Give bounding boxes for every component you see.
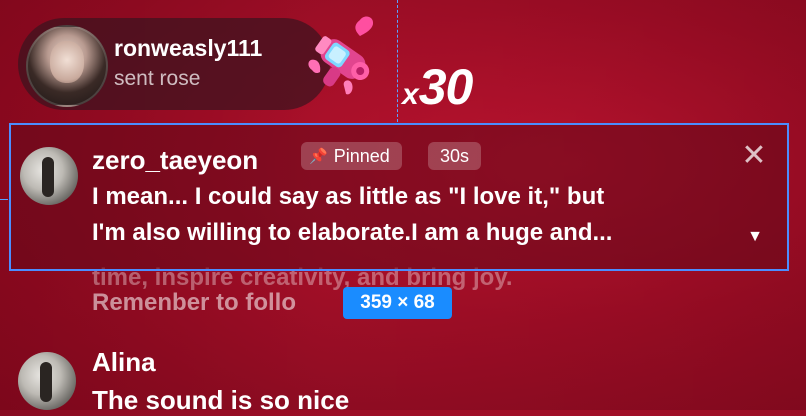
avatar[interactable]	[20, 147, 78, 205]
gift-count: x30	[402, 58, 474, 116]
gift-action-text: sent rose	[114, 67, 201, 90]
pinned-comment-line-1: I mean... I could say as little as "I lo…	[92, 183, 605, 210]
pin-icon: 📌	[309, 148, 328, 165]
heart-blaster-gift-icon	[308, 16, 374, 95]
pinned-badge: 📌 Pinned	[301, 142, 402, 170]
chevron-down-icon[interactable]: ▼	[744, 228, 766, 250]
gift-count-number: 30	[418, 59, 474, 115]
comment-username[interactable]: Alina	[92, 347, 156, 378]
alignment-guide-horizontal	[0, 199, 8, 200]
avatar[interactable]	[18, 352, 76, 410]
pinned-comment[interactable]: zero_taeyeon 📌 Pinned 30s ✕ I mean... I …	[9, 123, 789, 271]
alignment-guide-vertical	[397, 0, 398, 122]
comment-text: The sound is so nice	[92, 385, 350, 415]
gift-count-prefix: x	[402, 78, 419, 111]
pinned-comment-username[interactable]: zero_taeyeon	[92, 145, 258, 176]
time-badge: 30s	[428, 142, 482, 170]
pinned-comment-text: I mean... I could say as little as "I lo…	[92, 179, 742, 251]
pinned-comment-line-2: I'm also willing to elaborate.I am a hug…	[92, 219, 613, 246]
close-icon[interactable]: ✕	[739, 141, 769, 171]
avatar[interactable]	[26, 25, 108, 107]
gift-banner: ronweasly111 sent rose	[18, 18, 330, 110]
comment-text-faded: Remenber to follo	[92, 289, 297, 316]
size-badge: 359 × 68	[343, 287, 452, 319]
pinned-badge-label: Pinned	[333, 145, 390, 166]
gift-sender-username[interactable]: ronweasly111	[114, 35, 262, 62]
